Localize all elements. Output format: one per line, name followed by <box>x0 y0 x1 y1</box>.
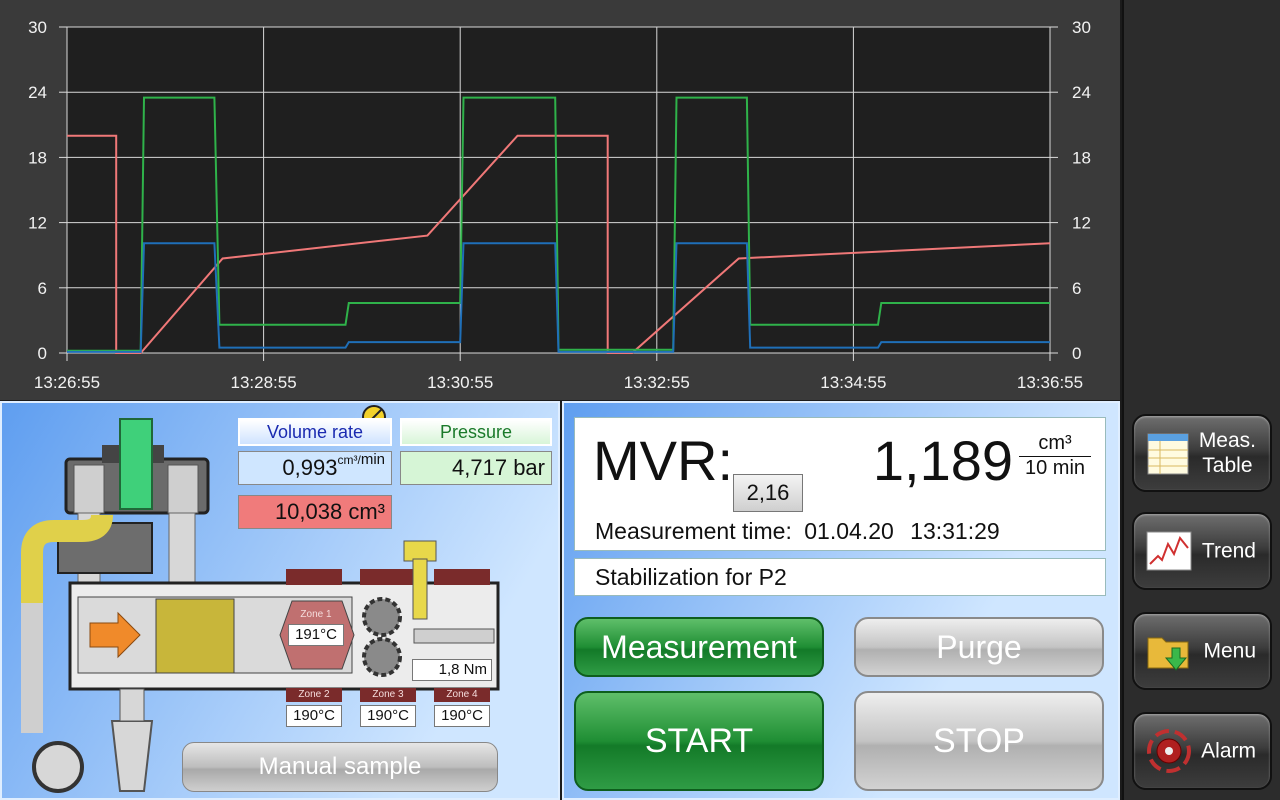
meas-table-line1: Meas. <box>1198 428 1256 452</box>
y-tick-right: 12 <box>1072 214 1091 233</box>
pressure-value: 4,717 bar <box>400 451 552 485</box>
zone3-label: Zone 3 <box>360 688 416 702</box>
trend-chart-panel: 30 24 18 12 6 0 30 24 18 12 6 0 13:26:55 13:28:55 13… <box>0 0 1120 400</box>
trend-chart: 3024181260 3024181260 13:26:55 13:28:55 13… <box>28 18 1091 392</box>
gear-icon <box>362 637 402 677</box>
x-tick: 13:32:55 <box>624 373 690 392</box>
pressure-label: Pressure <box>439 422 513 442</box>
measurement-time-label: Measurement time: <box>595 518 792 544</box>
hopper-block <box>155 598 235 674</box>
mvr-label: MVR: <box>593 429 733 492</box>
menu-label: Menu <box>1203 639 1256 663</box>
cup-icon <box>110 720 154 792</box>
y-tick-right: 18 <box>1072 148 1091 167</box>
manual-sample-button[interactable]: Manual sample <box>182 742 498 792</box>
mvr-sub-value[interactable]: 2,16 <box>733 474 803 512</box>
zone4-value: 190°C <box>434 705 490 727</box>
volume-rate-label: Volume rate <box>266 422 364 442</box>
green-piston <box>119 418 153 510</box>
purge-button[interactable]: Purge <box>854 617 1104 677</box>
sidebar: Meas. Table Trend Menu Alarm <box>1122 0 1280 800</box>
y-tick-right: 24 <box>1072 83 1091 102</box>
mvr-unit-den: 10 min <box>1024 457 1086 479</box>
status-message: Stabilization for P2 <box>574 558 1106 596</box>
y-tick-right: 6 <box>1072 279 1081 298</box>
y-tick-right: 30 <box>1072 18 1091 37</box>
x-tick: 13:26:55 <box>34 373 100 392</box>
y-tick-left: 24 <box>28 83 47 102</box>
zone2-label: Zone 2 <box>286 688 342 702</box>
column-right <box>167 464 199 514</box>
pressure-header: Pressure <box>400 418 552 446</box>
rod-right <box>168 512 196 594</box>
torque-value: 1,8 Nm <box>412 659 492 681</box>
heater-2 <box>360 569 416 585</box>
alarm-label: Alarm <box>1201 739 1256 763</box>
y-tick-left: 6 <box>38 279 47 298</box>
alarm-icon <box>1147 729 1191 773</box>
zone2-value: 190°C <box>286 705 342 727</box>
zone4-label: Zone 4 <box>434 688 490 702</box>
volume-rate-unit-num: cm³ <box>337 453 358 467</box>
zone1-label: Zone 1 <box>300 609 332 620</box>
x-tick: 13:34:55 <box>820 373 886 392</box>
trend-icon <box>1146 531 1192 571</box>
x-tick: 13:28:55 <box>231 373 297 392</box>
trend-button[interactable]: Trend <box>1132 512 1272 590</box>
nozzle <box>119 688 145 722</box>
machine-panel: Volume rate 0,993cm³/min Pressure 4,717 … <box>0 401 560 800</box>
y-axis-right: 30 24 18 12 6 0 <box>1050 18 1091 363</box>
folder-icon <box>1147 637 1189 671</box>
x-axis: 13:26:55 13:28:55 13:30:55 13:32:55 13:34:55… <box>34 353 1083 392</box>
result-panel: MVR: 2,16 1,189 cm³ 10 min Measurement t… <box>562 401 1120 800</box>
valve-icon <box>32 741 84 793</box>
measurement-date: 01.04.20 <box>804 518 894 544</box>
volume-rate-number: 0,993 <box>282 455 338 480</box>
volume-value: 10,038 cm³ <box>238 495 392 529</box>
y-tick-left: 18 <box>28 148 47 167</box>
y-axis-left: 30 24 18 12 6 0 <box>28 18 67 363</box>
volume-rate-value: 0,993cm³/min <box>238 451 392 485</box>
mvr-unit-num: cm³ <box>1019 432 1091 457</box>
meas-table-button[interactable]: Meas. Table <box>1132 414 1272 492</box>
meas-table-label: Meas. Table <box>1199 428 1256 478</box>
y-tick-right: 0 <box>1072 344 1081 363</box>
start-button[interactable]: START <box>574 691 824 791</box>
yellow-sensor <box>403 540 437 562</box>
y-tick-left: 12 <box>28 214 47 233</box>
heater-3 <box>434 569 490 585</box>
y-tick-left: 30 <box>28 18 47 37</box>
mvr-value: 1,189 <box>872 429 1013 492</box>
volume-rate-unit-den: min <box>360 451 385 468</box>
heater-1 <box>286 569 342 585</box>
meas-table-line2: Table <box>1202 454 1253 477</box>
menu-button[interactable]: Menu <box>1132 612 1272 690</box>
measurement-time-row: Measurement time: 01.04.20 13:31:29 <box>595 518 1000 545</box>
alarm-button[interactable]: Alarm <box>1132 712 1272 790</box>
trend-label: Trend <box>1201 539 1256 563</box>
table-icon <box>1147 433 1189 475</box>
sensor-rod <box>412 558 428 620</box>
zone3-value: 190°C <box>360 705 416 727</box>
x-tick: 13:30:55 <box>427 373 493 392</box>
volume-rate-header: Volume rate <box>238 418 392 446</box>
mvr-result-box: MVR: 2,16 1,189 cm³ 10 min Measurement t… <box>574 417 1106 551</box>
y-tick-left: 0 <box>38 344 47 363</box>
measurement-clock: 13:31:29 <box>910 518 1000 544</box>
gear-icon <box>362 597 402 637</box>
stop-button[interactable]: STOP <box>854 691 1104 791</box>
mvr-unit: cm³ 10 min <box>1019 432 1091 480</box>
x-tick: 13:36:55 <box>1017 373 1083 392</box>
column-left <box>73 464 105 514</box>
output-shaft <box>413 628 495 644</box>
zone1-value: 191°C <box>288 624 344 646</box>
measurement-button[interactable]: Measurement <box>574 617 824 677</box>
